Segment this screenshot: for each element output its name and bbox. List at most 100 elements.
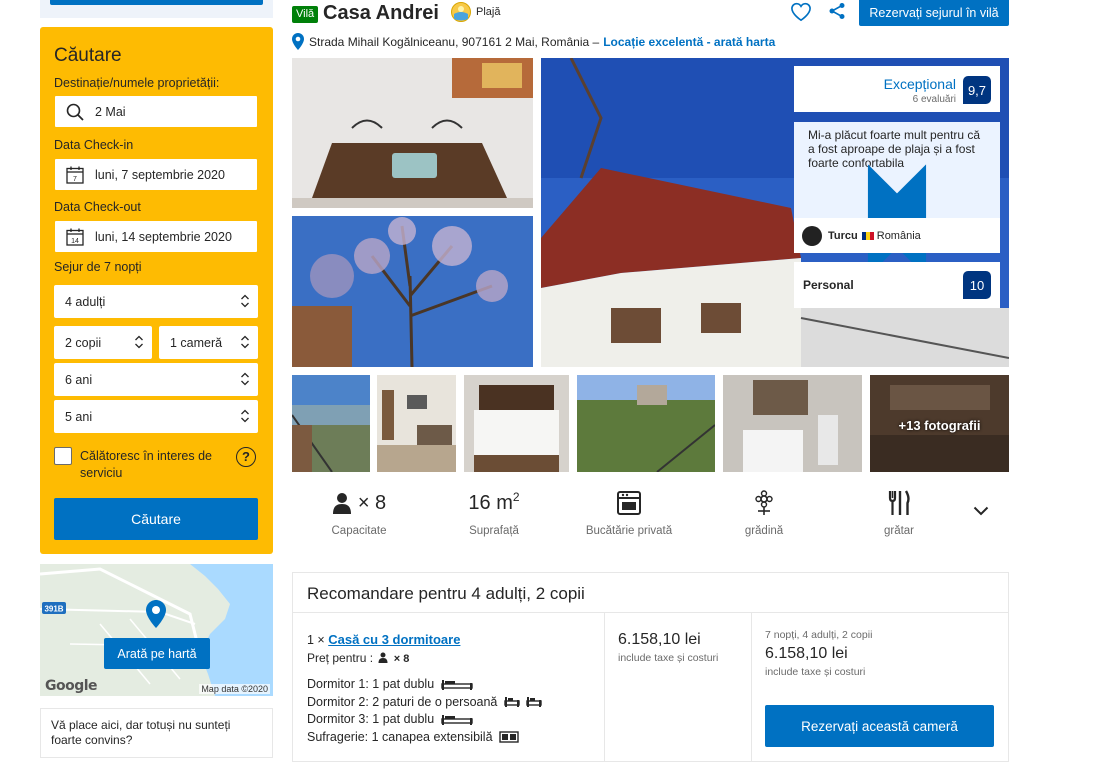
photo-house-exterior[interactable]: Excepțional 6 evaluări 9,7 Mi-a plăcut f… bbox=[541, 58, 1009, 367]
double-bed-icon bbox=[440, 679, 473, 690]
road-number-label: 391B bbox=[44, 605, 63, 614]
thumb-living-room[interactable] bbox=[377, 375, 456, 472]
facility-grill: grătar bbox=[844, 488, 954, 537]
column-divider bbox=[604, 613, 605, 761]
stay-length-label: Sejur de 7 nopți bbox=[54, 260, 142, 274]
beach-icon bbox=[451, 2, 471, 22]
help-icon[interactable]: ? bbox=[236, 447, 256, 467]
person-icon bbox=[332, 493, 351, 514]
recommendation-divider bbox=[293, 612, 1008, 613]
checkin-field[interactable]: 7 luni, 7 septembrie 2020 bbox=[54, 158, 258, 191]
chevron-down-icon[interactable] bbox=[973, 506, 989, 516]
child-age-select-2[interactable]: 5 ani bbox=[54, 400, 258, 433]
checkout-day-number: 14 bbox=[71, 237, 79, 244]
staff-score: 10 bbox=[963, 271, 991, 299]
search-icon bbox=[65, 102, 85, 122]
reviewer-row: Turcu România bbox=[794, 218, 1000, 253]
photo-dining-room[interactable] bbox=[292, 58, 533, 208]
bedroom-2-row: Dormitor 2: 2 paturi de o persoană bbox=[307, 694, 543, 712]
price-for-label: Preț pentru : bbox=[307, 650, 374, 665]
map-data-credit: Map data ©2020 bbox=[199, 684, 270, 694]
room-name-link[interactable]: Casă cu 3 dormitoare bbox=[328, 632, 460, 647]
bedroom-3-text: Dormitor 3: 1 pat dublu bbox=[307, 712, 435, 726]
updown-chevron-icon bbox=[241, 409, 249, 423]
single-bed-icon bbox=[504, 697, 520, 708]
adults-select[interactable]: 4 adulți bbox=[54, 285, 258, 318]
price-for-count: × 8 bbox=[393, 652, 410, 665]
property-name: Casa Andrei bbox=[323, 2, 439, 24]
summary-price-note: include taxe și costuri bbox=[765, 666, 866, 678]
map-pin-icon bbox=[292, 33, 304, 50]
share-icon[interactable] bbox=[828, 2, 846, 20]
address-text: Strada Mihail Kogălniceanu, 907161 2 Mai… bbox=[309, 34, 600, 49]
checkout-label: Data Check-out bbox=[54, 200, 141, 214]
heart-icon[interactable] bbox=[790, 2, 812, 22]
romania-flag-icon bbox=[861, 231, 874, 240]
feedback-text: Vă place aici, dar totuși nu sunteți foa… bbox=[51, 718, 231, 747]
rooms-select[interactable]: 1 cameră bbox=[159, 326, 258, 359]
facility-area: 16 m2 Suprafață bbox=[439, 488, 549, 537]
reviews-count: 6 evaluări bbox=[912, 94, 956, 105]
room-details: 1 × Casă cu 3 dormitoare Preț pentru : ×… bbox=[307, 631, 543, 747]
review-quote-card: Mi-a plăcut foarte mult pentru că a fost… bbox=[794, 122, 1000, 277]
checkin-value: luni, 7 septembrie 2020 bbox=[95, 167, 225, 182]
checkout-field[interactable]: 14 luni, 14 septembrie 2020 bbox=[54, 220, 258, 253]
thumb-bedroom[interactable] bbox=[464, 375, 569, 472]
child-age-select-1[interactable]: 6 ani bbox=[54, 363, 258, 396]
room-price: 6.158,10 lei bbox=[618, 631, 701, 648]
room-price-note: include taxe și costuri bbox=[618, 652, 719, 664]
thumb-more-photos[interactable]: +13 fotografii bbox=[870, 375, 1009, 472]
reviewer-avatar bbox=[802, 225, 822, 246]
single-bed-icon bbox=[526, 697, 543, 708]
person-icon bbox=[378, 652, 388, 663]
staff-score-card: Personal 10 bbox=[794, 262, 1000, 308]
map-preview[interactable]: 391B Arată pe hartă Google Map data ©202… bbox=[40, 564, 273, 696]
top-sidebar-button-edge[interactable] bbox=[50, 0, 263, 5]
capacity-value: × 8 bbox=[357, 491, 387, 514]
rating-card[interactable]: Excepțional 6 evaluări 9,7 bbox=[794, 66, 1000, 112]
room-title-row: 1 × Casă cu 3 dormitoare bbox=[307, 631, 542, 650]
search-panel: Căutare Destinație/numele proprietății: … bbox=[40, 27, 273, 554]
facility-garden: grădină bbox=[709, 488, 819, 537]
flower-icon bbox=[755, 490, 773, 515]
thumb-bathroom[interactable] bbox=[723, 375, 862, 472]
calendar-icon: 7 bbox=[65, 165, 85, 185]
bedroom-2-text: Dormitor 2: 2 paturi de o persoană bbox=[307, 694, 498, 709]
price-column: 6.158,10 lei include taxe și costuri bbox=[618, 631, 718, 664]
updown-chevron-icon bbox=[241, 335, 249, 349]
checkin-label: Data Check-in bbox=[54, 138, 134, 152]
show-on-map-button[interactable]: Arată pe hartă bbox=[104, 638, 210, 669]
reserve-room-button[interactable]: Rezervați această cameră bbox=[765, 705, 994, 747]
top-sidebar-strip bbox=[40, 0, 273, 18]
checkin-day-number: 7 bbox=[73, 175, 77, 182]
location-link[interactable]: Locație excelentă - arată harta bbox=[603, 35, 775, 49]
summary-column: 7 nopți, 4 adulți, 2 copii 6.158,10 lei … bbox=[765, 629, 872, 678]
calendar-icon: 14 bbox=[65, 227, 85, 247]
search-button[interactable]: Căutare bbox=[54, 498, 258, 540]
grill-label: grătar bbox=[883, 525, 915, 537]
children-value: 2 copii bbox=[65, 335, 102, 350]
recommendation-title: Recomandare pentru 4 adulți, 2 copii bbox=[307, 584, 585, 603]
destination-label: Destinație/numele proprietății: bbox=[54, 76, 220, 90]
staff-label: Personal bbox=[803, 278, 854, 292]
cutlery-icon bbox=[888, 490, 910, 515]
updown-chevron-icon bbox=[241, 294, 249, 308]
thumb-balcony[interactable] bbox=[292, 375, 370, 472]
summary-price: 6.158,10 lei bbox=[765, 645, 848, 662]
living-room-row: Sufragerie: 1 canapea extensibilă bbox=[307, 729, 542, 747]
business-travel-checkbox[interactable] bbox=[54, 447, 72, 465]
more-photos-label: +13 fotografii bbox=[898, 418, 981, 433]
kitchen-label: Bucătărie privată bbox=[585, 525, 673, 537]
stay-summary: 7 nopți, 4 adulți, 2 copii bbox=[765, 629, 873, 641]
area-value: 16 m bbox=[468, 491, 513, 514]
map-image: 391B bbox=[40, 564, 273, 696]
reserve-stay-button[interactable]: Rezervați sejurul în vilă bbox=[859, 0, 1009, 26]
capacity-row: × 8 bbox=[304, 488, 414, 518]
photo-tree-sky[interactable] bbox=[292, 216, 533, 367]
bedroom-1-row: Dormitor 1: 1 pat dublu bbox=[307, 676, 542, 694]
thumb-garden[interactable] bbox=[577, 375, 715, 472]
children-select[interactable]: 2 copii bbox=[54, 326, 152, 359]
facility-capacity: × 8 Capacitate bbox=[304, 488, 414, 538]
property-type-badge: Vilă bbox=[292, 6, 319, 23]
destination-input[interactable]: 2 Mai bbox=[54, 95, 258, 128]
